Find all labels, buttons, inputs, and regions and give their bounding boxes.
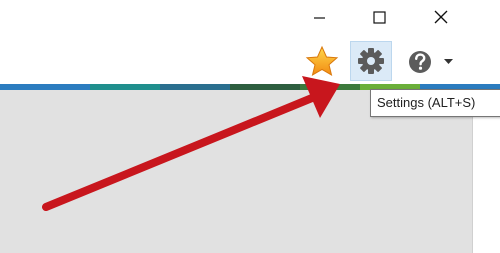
minimize-icon (314, 17, 325, 19)
close-icon (434, 10, 448, 24)
maximize-icon (373, 11, 386, 24)
gear-icon (358, 48, 384, 74)
caret-down-icon (444, 59, 453, 64)
help-button[interactable] (404, 44, 460, 80)
close-button[interactable] (416, 0, 462, 34)
title-bar (0, 0, 500, 84)
minimize-button[interactable] (296, 0, 342, 34)
settings-button[interactable] (350, 41, 392, 81)
star-icon (305, 45, 339, 77)
settings-tooltip: Settings (ALT+S) (370, 89, 500, 117)
favorites-button[interactable] (302, 44, 342, 80)
maximize-button[interactable] (356, 0, 402, 34)
